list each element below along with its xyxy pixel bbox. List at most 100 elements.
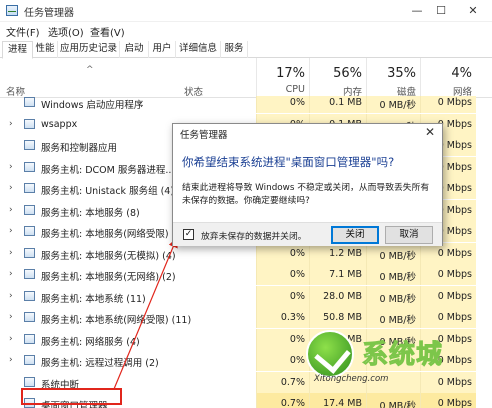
cpu-cell-value: 0.7%	[280, 398, 305, 408]
discard-data-checkbox[interactable]: ✓	[183, 229, 194, 240]
disk-cell-value: 0 MB/秒	[379, 293, 416, 305]
disk-cell-value: 0 MB/秒	[379, 272, 416, 283]
process-row[interactable]: Windows 启动应用程序 0% 0.1 MB 0 MB/秒 0 Mbps	[0, 96, 492, 113]
expand-chevron-icon[interactable]: ›	[9, 248, 13, 258]
memory-percent: 56%	[333, 66, 362, 81]
disk-cell: 0 MB/秒	[366, 96, 420, 113]
header-disk[interactable]: 35% 磁盘	[366, 58, 420, 98]
process-name: 服务主机: DCOM 服务器进程...	[41, 164, 175, 176]
expand-chevron-icon[interactable]: ›	[9, 205, 13, 215]
process-name: 服务主机: 远程过程调用 (2)	[41, 358, 159, 369]
tab-performance[interactable]: 性能	[33, 41, 58, 58]
process-name: 服务主机: 本地服务(网络受限) (6)	[41, 229, 186, 240]
cpu-cell: 0.7%	[256, 393, 309, 408]
expand-chevron-icon[interactable]: ›	[9, 226, 13, 236]
cpu-cell-value: 0%	[289, 269, 305, 280]
expand-chevron-icon[interactable]: ›	[9, 269, 13, 279]
task-manager-icon	[6, 5, 18, 16]
watermark-url: Xitongcheng.com	[314, 374, 389, 384]
header-memory[interactable]: 56% 内存	[309, 58, 366, 98]
process-icon	[24, 161, 35, 172]
network-cell-value: 0 Mbps	[437, 398, 472, 408]
tab-app-history[interactable]: 应用历史记录	[58, 41, 120, 58]
tab-bar: 进程 性能 应用历史记录 启动 用户 详细信息 服务	[0, 41, 492, 59]
header-network[interactable]: 4% 网络	[420, 58, 476, 98]
tab-startup[interactable]: 启动	[120, 41, 149, 58]
shutdown-button[interactable]: 关闭	[331, 226, 379, 244]
disk-percent: 35%	[387, 66, 416, 81]
network-cell: 0 Mbps	[420, 393, 476, 408]
expand-chevron-icon[interactable]: ›	[9, 355, 13, 365]
expand-chevron-icon[interactable]: ›	[9, 183, 13, 193]
process-name: wsappx	[41, 118, 78, 130]
cancel-button[interactable]: 取消	[385, 226, 433, 244]
memory-cell: 50.8 MB	[309, 307, 366, 328]
sort-up-icon[interactable]: ^	[86, 65, 94, 75]
cpu-cell-value: 0.3%	[280, 312, 305, 323]
network-cell-value: 0 Mbps	[437, 269, 472, 280]
disk-cell: 0 MB/秒	[366, 264, 420, 285]
process-icon	[24, 226, 35, 236]
cpu-cell: 0%	[256, 350, 309, 371]
tab-services[interactable]: 服务	[221, 41, 248, 58]
memory-cell: 0.1 MB	[309, 96, 366, 113]
cpu-cell: 0%	[256, 96, 309, 113]
watermark-text: 系统城	[361, 340, 444, 371]
expand-chevron-icon[interactable]: ›	[9, 119, 13, 129]
expand-chevron-icon[interactable]: ›	[9, 312, 13, 322]
cpu-cell: 0.7%	[256, 371, 309, 393]
disk-cell: 0 MB/秒	[366, 307, 420, 328]
process-icon	[24, 140, 35, 150]
process-row[interactable]: › 服务主机: 本地系统(网络受限) (11) 0.3% 50.8 MB 0 MB/秒 0…	[0, 307, 492, 328]
memory-cell-value: 1.2 MB	[329, 247, 362, 259]
network-cell-value: 0 Mbps	[437, 312, 472, 323]
network-cell: 0 Mbps	[420, 307, 476, 328]
cpu-cell-value: 0%	[289, 97, 305, 108]
expand-chevron-icon[interactable]: ›	[9, 334, 13, 344]
process-row[interactable]: › 服务主机: 本地服务(无网络) (2) 0% 7.1 MB 0 MB/秒 0 Mbps	[0, 264, 492, 285]
cpu-cell: 0.3%	[256, 307, 309, 328]
discard-data-label[interactable]: 放弃未保存的数据并关闭。	[201, 229, 307, 242]
network-cell-value: 0 Mbps	[437, 290, 472, 302]
dialog-title-bar: 任务管理器 ✕	[173, 124, 442, 142]
dialog-close-icon[interactable]: ✕	[422, 125, 438, 141]
menu-options[interactable]: 选项(O)	[48, 24, 84, 39]
process-icon	[24, 247, 35, 258]
column-header: ^ 名称 状态 17% CPU 56% 内存 35% 磁盘 4% 网络	[0, 58, 492, 98]
memory-cell-value: 0.1 MB	[329, 97, 362, 108]
menu-file[interactable]: 文件(F)	[6, 24, 40, 39]
process-name: 服务主机: 本地服务(无网络) (2)	[41, 272, 176, 283]
process-row[interactable]: › 服务主机: 本地系统 (11) 0% 28.0 MB 0 MB/秒 0 Mbps	[0, 285, 492, 307]
cpu-cell-value: 0%	[289, 247, 305, 259]
menu-view[interactable]: 查看(V)	[90, 24, 125, 39]
maximize-button[interactable]: ☐	[426, 0, 456, 22]
memory-cell-value: 17.4 MB	[323, 398, 362, 408]
watermark: 系统城 Xitongcheng.com	[306, 330, 486, 390]
process-icon	[24, 312, 35, 322]
expand-chevron-icon[interactable]: ›	[9, 291, 13, 301]
title-bar: 任务管理器 — ☐ ✕	[0, 0, 492, 22]
header-cpu[interactable]: 17% CPU	[256, 58, 309, 98]
process-icon	[24, 183, 35, 193]
close-button[interactable]: ✕	[458, 0, 488, 22]
tab-details[interactable]: 详细信息	[176, 41, 221, 58]
process-icon	[24, 204, 35, 215]
tab-processes[interactable]: 进程	[2, 41, 33, 59]
end-process-dialog: 任务管理器 ✕ 你希望结束系统进程"桌面窗口管理器"吗? 结束此进程将导致 Wi…	[172, 123, 443, 246]
network-cell-value: 0 Mbps	[437, 97, 472, 108]
process-name: 服务主机: 本地系统 (11)	[41, 293, 146, 305]
process-icon	[24, 333, 35, 344]
network-cell: 0 Mbps	[420, 285, 476, 307]
cpu-cell-value: 0.7%	[280, 376, 305, 388]
memory-cell: 17.4 MB	[309, 393, 366, 408]
disk-cell-value: 0 MB/秒	[379, 100, 416, 111]
expand-chevron-icon[interactable]: ›	[9, 162, 13, 172]
memory-cell-value: 50.8 MB	[323, 312, 362, 323]
memory-cell-value: 7.1 MB	[329, 269, 362, 280]
tab-users[interactable]: 用户	[149, 41, 176, 58]
process-name: 服务主机: 本地系统(网络受限) (11)	[41, 315, 192, 326]
process-icon	[24, 118, 35, 129]
cpu-cell: 0%	[256, 264, 309, 285]
dialog-heading: 你希望结束系统进程"桌面窗口管理器"吗?	[182, 155, 395, 169]
process-icon	[24, 97, 35, 107]
